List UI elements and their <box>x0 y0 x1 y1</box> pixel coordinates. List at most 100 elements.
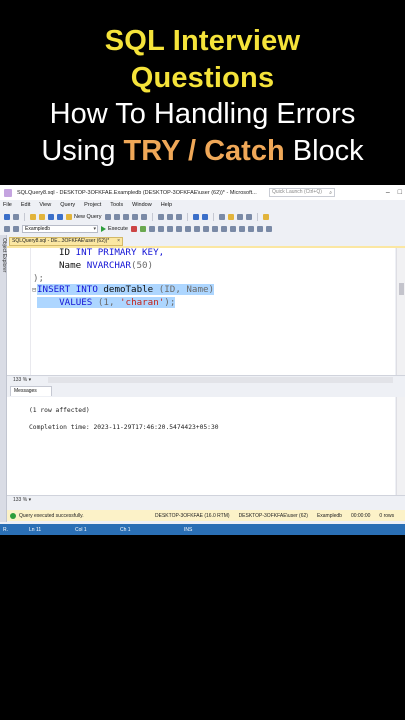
row-count: 0 rows <box>379 512 395 519</box>
messages-pane: (1 row affected) Completion time: 2023-1… <box>7 397 395 495</box>
database-select[interactable]: Exampledb ▾ <box>22 224 98 233</box>
database-engine-query-icon[interactable] <box>104 213 111 220</box>
include-plan-icon[interactable] <box>175 225 182 232</box>
increase-indent-icon[interactable] <box>256 225 263 232</box>
search-solution-icon[interactable] <box>262 213 269 220</box>
quick-launch-placeholder: Quick Launch (Ctrl+Q) <box>272 189 322 195</box>
menu-query[interactable]: Query <box>60 202 75 208</box>
messages-tab-label: Messages <box>14 388 37 394</box>
menu-help[interactable]: Help <box>161 202 172 208</box>
results-to-file-icon[interactable] <box>220 225 227 232</box>
elapsed-time: 00:00:00 <box>350 512 371 519</box>
code-column-length: (50) <box>130 260 154 271</box>
editor-vertical-scrollbar[interactable] <box>396 248 405 375</box>
analysis-query-icon[interactable] <box>113 213 120 220</box>
paste-icon[interactable] <box>175 213 182 220</box>
change-connection-icon[interactable] <box>13 225 19 232</box>
find-icon[interactable] <box>218 213 225 220</box>
menu-window[interactable]: Window <box>132 202 152 208</box>
caption-block: Block <box>284 135 364 167</box>
parse-icon[interactable] <box>139 225 146 232</box>
maximize-button[interactable]: □ <box>398 189 402 196</box>
quick-launch-input[interactable]: Quick Launch (Ctrl+Q) ⌕ <box>269 188 335 197</box>
results-to-text-icon[interactable] <box>202 225 209 232</box>
document-tab[interactable]: SQLQuery8.sql - DE...3OFKFAE\user (62))*… <box>9 237 123 246</box>
document-tab-label: SQLQuery8.sql - DE...3OFKFAE\user (62))* <box>12 238 110 244</box>
query-status-message: Query executed successfully. <box>19 512 84 519</box>
specify-values-icon[interactable] <box>265 225 272 232</box>
editor-horizontal-scrollbar[interactable] <box>48 377 393 383</box>
code-column-type: NVARCHAR <box>86 260 131 271</box>
save-all-icon[interactable] <box>57 213 63 220</box>
client-stats-icon[interactable] <box>193 225 200 232</box>
toolbox-icon[interactable] <box>245 213 252 220</box>
undo-icon[interactable] <box>192 213 199 220</box>
back-icon[interactable] <box>4 213 10 220</box>
execute-label: Execute <box>108 225 128 232</box>
toolbar-separator <box>256 212 258 221</box>
mdx-query-icon[interactable] <box>122 213 129 220</box>
close-tab-icon[interactable]: × <box>117 238 120 245</box>
search-icon: ⌕ <box>329 190 332 196</box>
menu-tools[interactable]: Tools <box>110 202 123 208</box>
save-icon[interactable] <box>48 213 54 220</box>
collapse-icon[interactable]: ⊟ <box>32 286 36 294</box>
decrease-indent-icon[interactable] <box>247 225 254 232</box>
code-column-name: ID <box>59 248 71 258</box>
cut-icon[interactable] <box>157 213 164 220</box>
menu-edit[interactable]: Edit <box>21 202 30 208</box>
query-status-bar: Query executed successfully. DESKTOP-3OF… <box>7 510 405 521</box>
status-mode: R. <box>3 526 8 533</box>
server-name: DESKTOP-3OFKFAE (16.0 RTM) <box>155 512 230 519</box>
menu-project[interactable]: Project <box>84 202 101 208</box>
code-values-close: ); <box>164 297 176 308</box>
code-string: 'charan' <box>120 297 165 308</box>
code-columns: (ID, Name) <box>158 284 215 295</box>
code-table-name: demoTable <box>97 284 159 295</box>
copy-icon[interactable] <box>166 213 173 220</box>
query-editor[interactable]: ID INT PRIMARY KEY, Name NVARCHAR(50) );… <box>7 248 395 375</box>
properties-icon[interactable] <box>236 213 243 220</box>
connect-icon[interactable] <box>4 225 10 232</box>
dmx-query-icon[interactable] <box>131 213 138 220</box>
solution-explorer-icon[interactable] <box>227 213 234 220</box>
open-folder-icon[interactable] <box>39 213 45 220</box>
toolbar-separator <box>212 212 214 221</box>
cancel-query-icon[interactable] <box>130 225 137 232</box>
new-project-icon[interactable] <box>30 213 36 220</box>
menu-file[interactable]: File <box>3 202 12 208</box>
chevron-down-icon: ▾ <box>93 225 96 232</box>
code-values-open: (1, <box>92 297 121 308</box>
status-col: Col 1 <box>75 526 87 533</box>
menu-bar: File Edit View Query Project Tools Windo… <box>0 200 405 210</box>
comment-icon[interactable] <box>229 225 236 232</box>
code-line: INSERT INTO demoTable (ID, Name) <box>37 284 215 296</box>
results-zoom-select[interactable]: 133 % ▾ <box>7 495 405 505</box>
user-name: DESKTOP-3OFKFAE\user (62) <box>238 512 308 519</box>
window-title: SQLQuery8.sql - DESKTOP-3OFKFAE.Exampled… <box>17 189 257 196</box>
new-query-label: New Query <box>74 213 102 220</box>
redo-icon[interactable] <box>201 213 208 220</box>
object-explorer-strip[interactable]: Object Explorer <box>0 235 7 522</box>
results-to-grid-icon[interactable] <box>211 225 218 232</box>
sql-editor-toolbar: Exampledb ▾ Execute <box>0 223 405 234</box>
toolbar-separator <box>151 212 153 221</box>
display-plan-icon[interactable] <box>148 225 155 232</box>
rows-affected-text: (1 row affected) <box>29 407 90 414</box>
menu-view[interactable]: View <box>39 202 51 208</box>
xmla-query-icon[interactable] <box>140 213 147 220</box>
query-options-icon[interactable] <box>157 225 164 232</box>
intellisense-icon[interactable] <box>166 225 173 232</box>
execute-button[interactable]: Execute <box>101 225 128 232</box>
results-vertical-scrollbar[interactable] <box>396 397 405 495</box>
forward-icon[interactable] <box>13 213 19 220</box>
scrollbar-thumb[interactable] <box>399 283 404 295</box>
new-query-button[interactable]: New Query <box>66 213 102 220</box>
caption-title-line2: Questions <box>130 62 275 94</box>
uncomment-icon[interactable] <box>238 225 245 232</box>
minimize-button[interactable]: – <box>386 189 390 196</box>
toolbar-separator <box>24 212 25 221</box>
live-stats-icon[interactable] <box>184 225 191 232</box>
editor-gutter <box>7 248 31 375</box>
messages-tab[interactable]: Messages <box>10 386 52 396</box>
